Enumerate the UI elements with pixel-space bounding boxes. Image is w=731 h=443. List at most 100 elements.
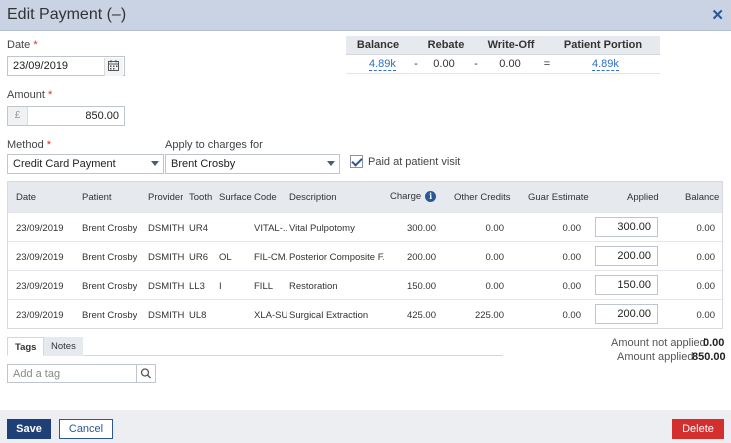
amount-applied-label: Amount applied [617,351,694,363]
cancel-button[interactable]: Cancel [59,419,113,439]
col-guar-estimate[interactable]: Guar Estimate [528,192,589,203]
applied-input[interactable]: 200.00 [595,246,658,266]
amount-not-applied-label: Amount not applied [611,337,706,349]
cell-code: FIL-CM... [254,252,287,263]
cell-guar-estimate: 0.00 [562,252,582,263]
amount-label: Amount * [7,89,53,101]
charges-grid: Date Patient Provider Tooth Surface Code… [7,181,723,329]
tag-notes-tabs: Tags Notes [7,337,503,356]
cell-balance: 0.00 [696,310,716,321]
cell-guar-estimate: 0.00 [562,310,582,321]
info-icon[interactable]: i [425,191,437,202]
summary-header-rebate: Rebate [427,39,465,51]
cell-tooth: UR4 [189,223,209,234]
col-tooth[interactable]: Tooth [189,192,212,203]
cell-guar-estimate: 0.00 [562,223,582,234]
close-icon[interactable]: ✕ [711,6,724,24]
summary-header-writeoff: Write-Off [487,39,535,51]
paid-at-visit-label: Paid at patient visit [368,156,461,168]
summary-divider [346,73,660,74]
cell-tooth: UL8 [189,310,207,321]
method-value: Credit Card Payment [13,158,116,170]
date-label: Date * [7,39,38,51]
writeoff-value: 0.00 [499,58,521,70]
apply-to-value: Brent Crosby [171,158,236,170]
paid-at-visit-checkbox[interactable] [350,155,363,168]
col-surface[interactable]: Surface [219,192,252,203]
balance-link[interactable]: 4.89k [369,58,396,71]
method-select[interactable]: Credit Card Payment [7,154,164,174]
calendar-icon[interactable] [104,58,123,76]
cell-date: 23/09/2019 [16,310,64,321]
cell-patient: Brent Crosby [82,252,138,263]
cell-balance: 0.00 [696,223,716,234]
cell-other-credits: 0.00 [485,223,505,234]
col-description[interactable]: Description [289,192,337,203]
save-button[interactable]: Save [7,419,51,439]
amount-field[interactable]: £ 850.00 [7,106,125,126]
amount-value: 850.00 [85,110,119,122]
cell-other-credits: 0.00 [485,252,505,263]
cell-surface: OL [219,252,232,263]
summary-header-balance: Balance [356,39,400,51]
col-charge[interactable]: Charge i [390,191,437,202]
dialog-title: Edit Payment (–) [7,6,127,23]
grid-header: Date Patient Provider Tooth Surface Code… [8,182,722,212]
cell-date: 23/09/2019 [16,223,64,234]
cell-other-credits: 0.00 [485,281,505,292]
balance-summary: Balance Rebate Write-Off Patient Portion… [346,36,660,74]
col-date[interactable]: Date [16,192,36,203]
col-applied[interactable]: Applied [627,192,659,203]
table-row: 23/09/2019 Brent Crosby DSMITH LL3 I FIL… [8,270,722,299]
cell-patient: Brent Crosby [82,281,138,292]
tab-tags[interactable]: Tags [7,337,45,356]
cell-provider: DSMITH [148,252,185,263]
cell-date: 23/09/2019 [16,281,64,292]
cell-charge: 150.00 [406,281,436,292]
cell-description: Restoration [289,281,338,292]
chevron-down-icon [327,161,335,166]
applied-input[interactable]: 150.00 [595,275,658,295]
cell-code: VITAL-... [254,223,287,234]
cell-code: XLA-SU... [254,310,287,321]
operator-equals: = [543,58,551,70]
tab-notes[interactable]: Notes [44,337,83,356]
cell-charge: 300.00 [406,223,436,234]
amount-not-applied-value: 0.00 [703,337,725,349]
date-value: 23/09/2019 [13,60,69,72]
cell-date: 23/09/2019 [16,252,64,263]
cell-tooth: UR6 [189,252,209,263]
table-row: 23/09/2019 Brent Crosby DSMITH UR6 OL FI… [8,241,722,270]
cell-description: Posterior Composite F... [289,252,384,263]
chevron-down-icon [151,161,159,166]
col-balance[interactable]: Balance [685,192,719,203]
summary-header-patient-portion: Patient Portion [563,39,643,51]
cell-balance: 0.00 [696,252,716,263]
cell-provider: DSMITH [148,281,185,292]
patient-portion-link[interactable]: 4.89k [592,58,619,71]
cell-patient: Brent Crosby [82,223,138,234]
currency-symbol: £ [8,107,28,125]
applied-input[interactable]: 200.00 [595,304,658,324]
col-patient[interactable]: Patient [82,192,112,203]
cell-guar-estimate: 0.00 [562,281,582,292]
col-code[interactable]: Code [254,192,277,203]
cell-provider: DSMITH [148,310,185,321]
cell-patient: Brent Crosby [82,310,138,321]
cell-balance: 0.00 [696,281,716,292]
cell-charge: 425.00 [406,310,436,321]
tag-input[interactable]: Add a tag [7,364,137,383]
date-field[interactable]: 23/09/2019 [7,56,125,76]
amount-applied-value: 850.00 [692,351,726,363]
col-provider[interactable]: Provider [148,192,183,203]
search-icon[interactable] [137,364,156,383]
cell-code: FILL [254,281,274,292]
cell-charge: 200.00 [406,252,436,263]
delete-button[interactable]: Delete [672,419,724,439]
rebate-value: 0.00 [433,58,455,70]
col-other-credits[interactable]: Other Credits [454,192,511,203]
operator-minus: - [414,58,418,70]
cell-provider: DSMITH [148,223,185,234]
applied-input[interactable]: 300.00 [595,217,658,237]
apply-to-select[interactable]: Brent Crosby [165,154,340,174]
